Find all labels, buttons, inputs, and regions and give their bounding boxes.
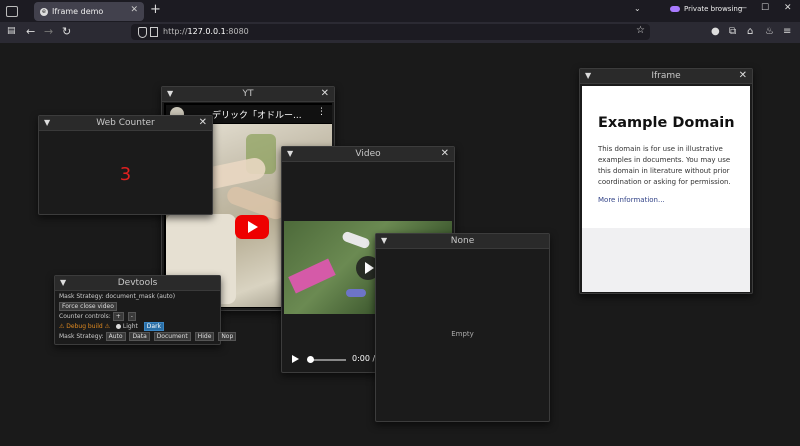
none-titlebar[interactable]: ▼ None xyxy=(376,234,549,249)
devtools-title: Devtools xyxy=(117,278,158,288)
video-scene-shape xyxy=(341,230,371,250)
favicon-icon: e xyxy=(40,7,48,16)
container-icon[interactable]: ⧉ xyxy=(729,26,736,37)
forward-icon[interactable]: → xyxy=(44,25,53,38)
iframe-heading: Example Domain xyxy=(598,115,735,131)
close-icon[interactable]: ✕ xyxy=(441,147,449,161)
force-close-video-button[interactable]: Force close video xyxy=(59,302,117,311)
sidebar-icon[interactable]: ▤ xyxy=(7,26,16,36)
devtools-window[interactable]: ▼ Devtools Mask Strategy: document_mask … xyxy=(54,275,237,345)
iframe-window-title: Iframe xyxy=(651,71,681,81)
video-scene-shape xyxy=(288,258,336,294)
video-titlebar[interactable]: ▼ Video ✕ xyxy=(282,147,454,162)
youtube-play-button[interactable] xyxy=(235,215,269,239)
light-theme-label[interactable]: Light xyxy=(123,323,138,330)
back-icon[interactable]: ← xyxy=(26,25,35,38)
page-content: ▼ YT ✕ デリック「オドルー... ⋮ ▼ Web Counter ✕ 3 … xyxy=(0,43,800,446)
dark-theme-button[interactable]: Dark xyxy=(143,322,165,331)
extension-icon[interactable]: ● xyxy=(711,26,720,37)
collapse-icon[interactable]: ▼ xyxy=(44,116,50,130)
debug-build-warning: ⚠ Debug build ⚠ xyxy=(59,323,110,330)
collapse-icon[interactable]: ▼ xyxy=(60,276,66,290)
light-theme-radio[interactable] xyxy=(115,324,121,329)
mask-strategy-label: Mask Strategy: xyxy=(59,333,104,340)
video-scene-shape xyxy=(346,289,366,297)
close-icon[interactable]: ✕ xyxy=(321,87,329,101)
mask-strategy-document-button[interactable]: Document xyxy=(153,332,191,341)
private-mask-icon xyxy=(670,6,680,12)
minimize-button[interactable]: — xyxy=(738,3,747,13)
yt-window-title: YT xyxy=(242,89,254,99)
embedded-page: Example Domain This domain is for use in… xyxy=(582,86,750,228)
page-info-icon[interactable] xyxy=(150,27,158,37)
collapse-icon[interactable]: ▼ xyxy=(381,234,387,248)
menu-icon[interactable]: ≡ xyxy=(783,26,791,37)
tab-close-icon[interactable]: ✕ xyxy=(130,5,138,15)
mask-strategy-hide-button[interactable]: Hide xyxy=(194,332,215,341)
private-browsing-indicator: Private browsing xyxy=(670,5,742,13)
mask-strategy-status: Mask Strategy: document_mask (auto) xyxy=(59,293,176,300)
bookmark-star-icon[interactable]: ☆ xyxy=(636,25,645,36)
collapse-icon[interactable]: ▼ xyxy=(287,147,293,161)
collapse-icon[interactable]: ▼ xyxy=(585,69,591,83)
iframe-empty-area xyxy=(582,228,750,292)
close-icon[interactable]: ✕ xyxy=(739,69,747,83)
iframe-paragraph: This domain is for use in illustrative e… xyxy=(598,145,731,186)
web-counter-titlebar[interactable]: ▼ Web Counter ✕ xyxy=(39,116,212,131)
none-window-title: None xyxy=(450,236,475,246)
window-close-button[interactable]: ✕ xyxy=(784,3,792,13)
counter-controls-label: Counter controls: xyxy=(59,313,111,320)
iframe-window[interactable]: ▼ Iframe ✕ Example Domain This domain is… xyxy=(579,68,753,294)
none-window[interactable]: ▼ None Empty xyxy=(375,233,550,422)
video-window-title: Video xyxy=(355,149,381,159)
private-browsing-label: Private browsing xyxy=(684,5,743,13)
play-icon[interactable] xyxy=(292,355,299,363)
mask-strategy-auto-button[interactable]: Auto xyxy=(105,332,126,341)
url-text[interactable]: http://127.0.0.1:8080 xyxy=(163,27,249,36)
browser-tab[interactable]: e Iframe demo ✕ xyxy=(34,2,144,21)
more-information-link[interactable]: More information... xyxy=(598,196,665,204)
empty-label: Empty xyxy=(451,330,474,338)
mask-strategy-data-button[interactable]: Data xyxy=(129,332,150,341)
seek-handle[interactable] xyxy=(307,356,314,363)
tab-title: Iframe demo xyxy=(52,7,104,16)
tab-bar: e Iframe demo ✕ + ⌄ Private browsing — ☐… xyxy=(0,0,800,22)
fire-icon[interactable]: ♨ xyxy=(765,26,774,37)
sidebar-toggle-icon[interactable] xyxy=(6,6,18,17)
devtools-titlebar[interactable]: ▼ Devtools xyxy=(55,276,220,291)
collapse-icon[interactable]: ▼ xyxy=(167,87,173,101)
web-counter-window[interactable]: ▼ Web Counter ✕ 3 xyxy=(38,115,213,215)
url-bar[interactable]: http://127.0.0.1:8080 ☆ xyxy=(131,24,650,40)
extensions-puzzle-icon[interactable]: ⌂ xyxy=(747,26,753,37)
web-counter-title: Web Counter xyxy=(96,118,155,128)
yt-window-titlebar[interactable]: ▼ YT ✕ xyxy=(162,87,334,102)
reload-icon[interactable]: ↻ xyxy=(62,25,71,38)
iframe-titlebar[interactable]: ▼ Iframe ✕ xyxy=(580,69,752,84)
counter-decrement-button[interactable]: - xyxy=(127,312,136,321)
tracking-shield-icon[interactable] xyxy=(138,27,147,38)
navigation-toolbar: ▤ ← → ↻ http://127.0.0.1:8080 ☆ ● ⧉ ⌂ ♨ … xyxy=(0,22,800,43)
youtube-video-title[interactable]: デリック「オドルー... xyxy=(212,108,302,121)
mask-strategy-nop-button[interactable]: Nop xyxy=(218,332,237,341)
list-tabs-button[interactable]: ⌄ xyxy=(634,4,641,13)
new-tab-button[interactable]: + xyxy=(150,2,161,17)
maximize-button[interactable]: ☐ xyxy=(761,3,769,13)
counter-increment-button[interactable]: + xyxy=(112,312,124,321)
more-options-icon[interactable]: ⋮ xyxy=(317,107,326,117)
counter-value: 3 xyxy=(119,164,132,185)
close-icon[interactable]: ✕ xyxy=(199,116,207,130)
